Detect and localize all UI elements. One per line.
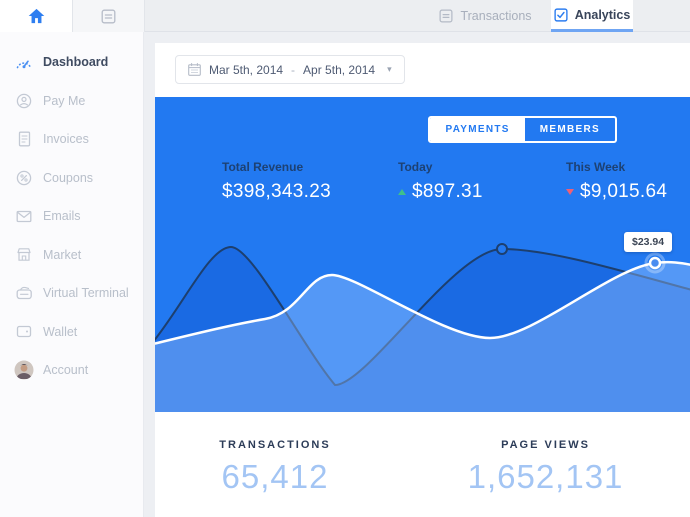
- footer-stat-value: 65,412: [170, 458, 380, 496]
- date-range-end: Apr 5th, 2014: [303, 63, 375, 77]
- chart-series-toggle: PAYMENTS MEMBERS: [428, 116, 617, 143]
- footer-stat-page-views: PAGE VIEWS 1,652,131: [423, 439, 668, 496]
- footer-stat-value: 1,652,131: [423, 458, 668, 496]
- chart-tooltip: $23.94: [624, 232, 672, 252]
- person-circle-icon: [14, 93, 34, 109]
- date-range-picker[interactable]: Mar 5th, 2014 - Apr 5th, 2014 ▾: [175, 55, 405, 84]
- transactions-list-icon: [439, 9, 453, 23]
- sidebar-item-label: Pay Me: [43, 94, 85, 108]
- sidebar-item-coupons[interactable]: Coupons: [0, 159, 143, 198]
- tab-transactions[interactable]: Transactions: [428, 0, 543, 32]
- tab-transactions-label: Transactions: [460, 9, 531, 23]
- sidebar-item-label: Virtual Terminal: [43, 286, 129, 300]
- stat-value: $398,343.23: [222, 181, 331, 203]
- stat-value: $897.31: [398, 181, 483, 203]
- sidebar-item-account[interactable]: Account: [0, 351, 143, 390]
- dark-series-peak-marker: [497, 244, 507, 254]
- stat-today: Today $897.31: [398, 160, 483, 203]
- sidebar-item-label: Invoices: [43, 132, 89, 146]
- sidebar-item-virtual-terminal[interactable]: Virtual Terminal: [0, 274, 143, 313]
- stat-value: $9,015.64: [566, 181, 667, 203]
- tab-analytics-label: Analytics: [575, 8, 631, 22]
- sidebar-item-emails[interactable]: Emails: [0, 197, 143, 236]
- sidebar-item-pay-me[interactable]: Pay Me: [0, 82, 143, 121]
- sidebar: Dashboard Pay Me Invoices Coupons Emails…: [0, 32, 144, 517]
- home-icon: [28, 8, 45, 24]
- calendar-icon: [188, 63, 201, 76]
- stat-label: This Week: [566, 160, 667, 174]
- topbar: Transactions Analytics: [0, 0, 690, 32]
- analytics-check-icon: [554, 8, 568, 22]
- stat-total-revenue: Total Revenue $398,343.23: [222, 160, 331, 203]
- sidebar-item-label: Account: [43, 363, 88, 377]
- avatar-photo: [14, 360, 34, 380]
- trend-down-icon: [566, 189, 574, 195]
- wallet-icon: [14, 325, 34, 338]
- storefront-icon: [14, 247, 34, 262]
- list-icon: [101, 9, 116, 24]
- sidebar-item-market[interactable]: Market: [0, 236, 143, 275]
- sidebar-item-invoices[interactable]: Invoices: [0, 120, 143, 159]
- card-terminal-icon: [14, 286, 34, 300]
- toggle-members[interactable]: MEMBERS: [525, 118, 615, 141]
- pages-tab[interactable]: [72, 0, 145, 32]
- sidebar-item-label: Market: [43, 248, 81, 262]
- footer-stat-label: TRANSACTIONS: [170, 439, 380, 451]
- invoice-doc-icon: [14, 131, 34, 147]
- analytics-chart-panel: PAYMENTS MEMBERS Total Revenue $398,343.…: [155, 97, 690, 412]
- envelope-icon: [14, 210, 34, 223]
- stat-label: Today: [398, 160, 483, 174]
- sidebar-item-wallet[interactable]: Wallet: [0, 313, 143, 352]
- toggle-payments[interactable]: PAYMENTS: [430, 118, 524, 141]
- sidebar-item-label: Dashboard: [43, 55, 108, 69]
- sidebar-item-dashboard[interactable]: Dashboard: [0, 43, 143, 82]
- date-range-separator: -: [291, 63, 295, 77]
- percent-circle-icon: [14, 170, 34, 186]
- home-tab[interactable]: [0, 0, 72, 32]
- main-content-card: Mar 5th, 2014 - Apr 5th, 2014 ▾ PAYMENTS…: [155, 43, 690, 517]
- sidebar-item-label: Emails: [43, 209, 81, 223]
- sidebar-item-label: Coupons: [43, 171, 93, 185]
- date-range-start: Mar 5th, 2014: [209, 63, 283, 77]
- footer-stat-transactions: TRANSACTIONS 65,412: [170, 439, 380, 496]
- area-chart[interactable]: [155, 97, 690, 412]
- gauge-icon: [14, 55, 34, 70]
- tab-analytics[interactable]: Analytics: [551, 0, 633, 32]
- stat-this-week: This Week $9,015.64: [566, 160, 667, 203]
- footer-stat-label: PAGE VIEWS: [423, 439, 668, 451]
- stat-label: Total Revenue: [222, 160, 331, 174]
- chevron-down-icon: ▾: [387, 64, 392, 75]
- white-series-point-marker: [650, 258, 660, 268]
- trend-up-icon: [398, 189, 406, 195]
- sidebar-item-label: Wallet: [43, 325, 77, 339]
